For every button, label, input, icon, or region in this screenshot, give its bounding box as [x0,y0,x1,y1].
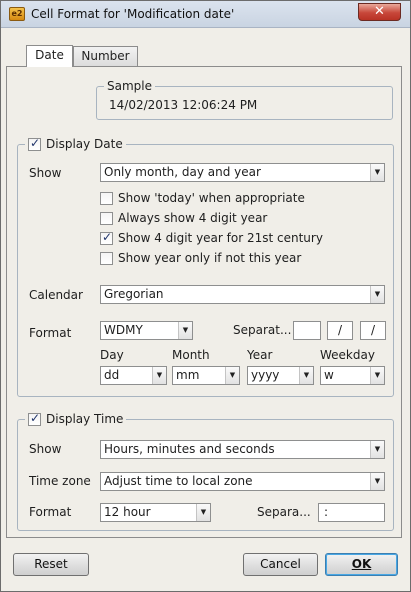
display-date-legend: Display Date [25,136,126,151]
calendar-label: Calendar [29,288,83,302]
weekday-label: Weekday [320,348,375,362]
chevron-down-icon: ▼ [370,367,384,384]
tab-number[interactable]: Number [73,46,138,66]
option-yearonly-row[interactable]: Show year only if not this year [100,251,301,265]
cancel-button[interactable]: Cancel [243,553,318,576]
ok-button-label: OK [351,557,372,571]
timezone-label: Time zone [29,474,91,488]
chevron-down-icon: ▼ [225,367,239,384]
month-value: mm [176,368,200,382]
calendar-select[interactable]: Gregorian ▼ [100,285,385,304]
close-button[interactable]: ✕ [358,3,401,21]
date-separator-label: Separat... [233,323,292,337]
month-select[interactable]: mm ▼ [172,366,240,385]
date-format-select[interactable]: WDMY ▼ [100,321,193,340]
time-format-value: 12 hour [104,505,151,519]
option-today-label: Show 'today' when appropriate [118,191,305,205]
tab-date[interactable]: Date [26,45,73,67]
chevron-down-icon: ▼ [178,322,192,339]
date-show-value: Only month, day and year [104,165,261,179]
option-21st-checkbox[interactable] [100,230,113,245]
title-bar[interactable]: e2 Cell Format for 'Modification date' ✕ [1,1,410,28]
date-format-label: Format [29,326,72,340]
month-label: Month [172,348,210,362]
display-time-label: Display Time [46,412,124,426]
chevron-down-icon: ▼ [196,504,210,521]
date-separator-3[interactable]: / [360,321,386,340]
weekday-select[interactable]: w ▼ [320,366,385,385]
time-show-label: Show [29,442,62,456]
chevron-down-icon: ▼ [299,367,313,384]
display-date-checkbox[interactable] [28,136,41,151]
cell-format-dialog: e2 Cell Format for 'Modification date' ✕… [0,0,411,592]
day-select[interactable]: dd ▼ [100,366,167,385]
year-value: yyyy [251,368,280,382]
window-title: Cell Format for 'Modification date' [31,7,235,21]
option-today-checkbox[interactable] [100,191,113,205]
option-today-row[interactable]: Show 'today' when appropriate [100,191,305,205]
date-show-select[interactable]: Only month, day and year ▼ [100,163,385,182]
time-show-value: Hours, minutes and seconds [104,442,275,456]
date-format-value: WDMY [104,323,143,337]
reset-button[interactable]: Reset [13,553,89,576]
time-separator-label: Separa... [257,505,311,519]
ok-button[interactable]: OK [325,553,398,576]
option-21st-row[interactable]: Show 4 digit year for 21st century [100,230,323,245]
chevron-down-icon: ▼ [370,441,384,458]
close-icon: ✕ [374,4,385,19]
chevron-down-icon: ▼ [152,367,166,384]
option-21st-label: Show 4 digit year for 21st century [118,231,323,245]
year-select[interactable]: yyyy ▼ [247,366,314,385]
day-value: dd [104,368,120,382]
display-time-checkbox[interactable] [28,411,41,426]
option-4digit-checkbox[interactable] [100,211,113,225]
display-time-legend: Display Time [25,411,127,426]
chevron-down-icon: ▼ [370,473,384,490]
date-show-label: Show [29,166,62,180]
time-format-label: Format [29,505,72,519]
option-yearonly-checkbox[interactable] [100,251,113,265]
date-separator-2[interactable]: / [327,321,353,340]
display-date-label: Display Date [46,137,123,151]
timezone-select[interactable]: Adjust time to local zone ▼ [100,472,385,491]
sample-legend: Sample [104,79,155,93]
chevron-down-icon: ▼ [370,164,384,181]
option-yearonly-label: Show year only if not this year [118,251,302,265]
weekday-value: w [324,368,334,382]
day-label: Day [100,348,124,362]
time-separator-field[interactable]: : [318,503,385,522]
sample-value: 14/02/2013 12:06:24 PM [109,98,258,112]
time-format-select[interactable]: 12 hour ▼ [100,503,211,522]
option-4digit-row[interactable]: Always show 4 digit year [100,211,267,225]
time-show-select[interactable]: Hours, minutes and seconds ▼ [100,440,385,459]
year-label: Year [247,348,273,362]
calendar-value: Gregorian [104,287,164,301]
option-4digit-label: Always show 4 digit year [118,211,268,225]
timezone-value: Adjust time to local zone [104,474,253,488]
app-icon: e2 [9,7,25,21]
chevron-down-icon: ▼ [370,286,384,303]
date-separator-1[interactable] [293,321,321,340]
